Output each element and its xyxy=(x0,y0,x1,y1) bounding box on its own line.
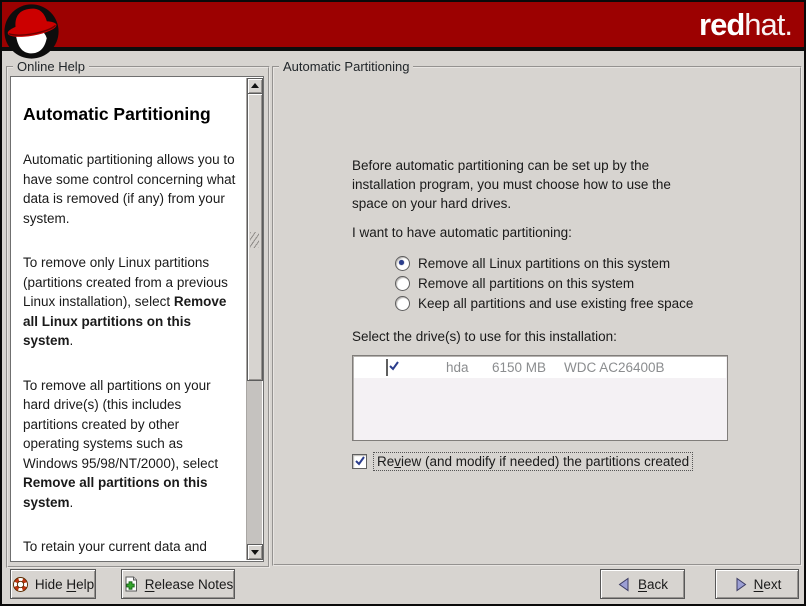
radio-group-prompt: I want to have automatic partitioning: xyxy=(352,225,572,240)
window-body: redhat. Online Help Automatic Partitioni… xyxy=(2,2,804,604)
radio-label: Remove all partitions on this system xyxy=(418,276,634,291)
checkmark-icon xyxy=(353,454,367,468)
help-title: Automatic Partitioning xyxy=(23,103,238,125)
drive-row[interactable]: hda 6150 MB WDC AC26400B xyxy=(354,357,726,378)
arrow-up-icon xyxy=(251,83,259,88)
arrow-down-icon xyxy=(251,550,259,555)
release-notes-label: Release Notes xyxy=(145,577,234,592)
scrollbar-grip-icon xyxy=(250,232,259,248)
header-bar: redhat. xyxy=(2,2,804,51)
drive-row-checkbox[interactable] xyxy=(386,359,388,376)
release-notes-button[interactable]: Release Notes xyxy=(121,569,235,599)
intro-text: Before automatic partitioning can be set… xyxy=(352,156,686,213)
lifebuoy-icon xyxy=(12,576,29,593)
automatic-partitioning-frame-label: Automatic Partitioning xyxy=(279,59,413,74)
help-panel: Automatic Partitioning Automatic partiti… xyxy=(10,76,264,562)
next-label: Next xyxy=(754,577,782,592)
radio-option[interactable]: Remove all partitions on this system xyxy=(395,274,634,292)
drive-select-label: Select the drive(s) to use for this inst… xyxy=(352,329,617,344)
back-button[interactable]: Back xyxy=(600,569,685,599)
scroll-down-button[interactable] xyxy=(247,544,263,560)
drive-model: WDC AC26400B xyxy=(564,360,665,375)
drive-list[interactable]: hda 6150 MB WDC AC26400B xyxy=(352,355,728,441)
help-text: Automatic Partitioning Automatic partiti… xyxy=(12,77,246,560)
radio-option[interactable]: Remove all Linux partitions on this syst… xyxy=(395,254,670,272)
online-help-frame-label: Online Help xyxy=(13,59,89,74)
back-arrow-icon xyxy=(617,577,632,592)
radio-label: Remove all Linux partitions on this syst… xyxy=(418,256,670,271)
automatic-partitioning-frame: Automatic Partitioning Before automatic … xyxy=(272,66,802,566)
help-paragraphs: Automatic partitioning allows you to hav… xyxy=(23,150,238,557)
next-button[interactable]: Next xyxy=(715,569,799,599)
radio-icon xyxy=(395,276,410,291)
wordmark-red: red xyxy=(699,7,744,42)
wordmark-hat: hat. xyxy=(744,7,792,42)
review-checkbox-label: Review (and modify if needed) the partit… xyxy=(373,452,693,471)
drive-size: 6150 MB xyxy=(492,360,554,375)
scrollbar-thumb[interactable] xyxy=(247,93,263,381)
radio-icon xyxy=(395,296,410,311)
checkmark-icon xyxy=(387,359,401,373)
redhat-wordmark: redhat. xyxy=(699,4,792,46)
hide-help-button[interactable]: Hide Help xyxy=(10,569,96,599)
help-scrollbar[interactable] xyxy=(246,78,262,560)
radio-option[interactable]: Keep all partitions and use existing fre… xyxy=(395,294,693,312)
next-arrow-icon xyxy=(733,577,748,592)
online-help-frame: Online Help Automatic Partitioning Autom… xyxy=(6,66,270,568)
radio-icon xyxy=(395,256,410,271)
review-checkbox-row[interactable]: Review (and modify if needed) the partit… xyxy=(352,454,693,471)
scroll-up-button[interactable] xyxy=(247,78,263,94)
radio-label: Keep all partitions and use existing fre… xyxy=(418,296,693,311)
release-notes-icon xyxy=(123,576,139,592)
drive-device: hda xyxy=(446,360,492,375)
redhat-shadowman-icon xyxy=(3,3,60,60)
review-checkbox-box[interactable] xyxy=(352,454,367,469)
back-label: Back xyxy=(638,577,668,592)
hide-help-label: Hide Help xyxy=(35,577,94,592)
installer-window: redhat. Online Help Automatic Partitioni… xyxy=(0,0,806,606)
